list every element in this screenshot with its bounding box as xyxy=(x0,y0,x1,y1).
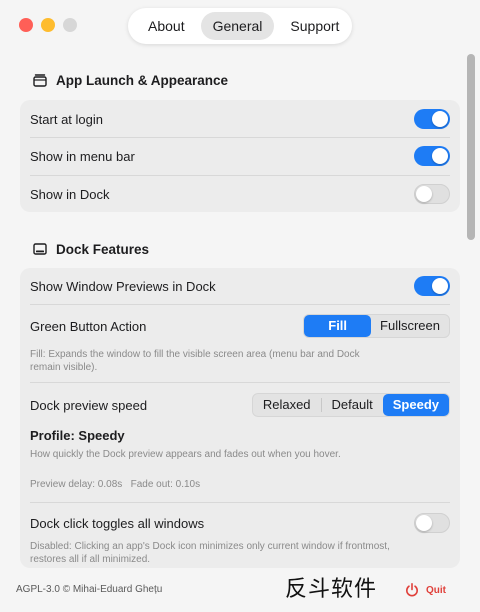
click-toggles-description: Disabled: Clicking an app's Dock icon mi… xyxy=(30,541,390,565)
watermark-text: 反斗软件 xyxy=(285,577,378,602)
start-at-login-row: Start at login xyxy=(30,108,450,130)
quit-label: Quit xyxy=(426,584,446,596)
segment-speedy[interactable]: Speedy xyxy=(382,394,449,416)
section-title-label: App Launch & Appearance xyxy=(56,72,229,88)
close-window-button[interactable] xyxy=(19,18,33,32)
profile-heading: Profile: Speedy xyxy=(30,428,125,443)
preview-speed-row: Dock preview speed Relaxed Default Speed… xyxy=(30,392,450,418)
show-in-menu-bar-label: Show in menu bar xyxy=(30,148,135,164)
show-previews-toggle[interactable] xyxy=(414,276,450,296)
start-at-login-label: Start at login xyxy=(30,111,103,127)
section-title-launch: App Launch & Appearance xyxy=(32,72,228,88)
click-toggles-label: Dock click toggles all windows xyxy=(30,515,205,531)
zoom-window-button[interactable] xyxy=(63,18,77,32)
preview-speed-segmented-control: Relaxed Default Speedy xyxy=(251,393,450,417)
preview-speed-label: Dock preview speed xyxy=(30,397,148,413)
green-button-row: Green Button Action Fill Fullscreen xyxy=(30,313,450,339)
segment-default[interactable]: Default xyxy=(322,394,383,416)
segment-relaxed[interactable]: Relaxed xyxy=(253,394,321,416)
segment-fill[interactable]: Fill xyxy=(304,315,372,337)
divider xyxy=(30,137,450,138)
green-button-segmented-control: Fill Fullscreen xyxy=(303,314,450,338)
window-stack-icon xyxy=(33,74,47,87)
show-previews-label: Show Window Previews in Dock xyxy=(30,278,216,294)
license-text: AGPL-3.0 © Mihai-Eduard Ghețu xyxy=(16,584,163,595)
section-title-label: Dock Features xyxy=(56,241,150,257)
tab-about[interactable]: About xyxy=(136,12,197,40)
divider xyxy=(30,382,450,383)
divider xyxy=(30,304,450,305)
scrollbar[interactable] xyxy=(466,54,476,574)
launch-settings-card: Start at login Show in menu bar Show in … xyxy=(20,100,460,212)
click-toggles-toggle[interactable] xyxy=(414,513,450,533)
start-at-login-toggle[interactable] xyxy=(414,109,450,129)
show-previews-row: Show Window Previews in Dock xyxy=(30,275,450,297)
tab-bar: About General Support xyxy=(128,8,352,44)
green-button-description: Fill: Expands the window to fill the vis… xyxy=(30,349,360,373)
show-in-dock-toggle[interactable] xyxy=(414,184,450,204)
power-icon xyxy=(406,582,418,597)
quit-button[interactable]: Quit xyxy=(404,582,446,598)
minimize-window-button[interactable] xyxy=(41,18,55,32)
scrollbar-thumb[interactable] xyxy=(467,54,475,240)
divider xyxy=(30,502,450,503)
tab-general[interactable]: General xyxy=(200,12,275,40)
section-title-dock: Dock Features xyxy=(32,241,149,257)
show-in-menu-bar-row: Show in menu bar xyxy=(30,145,450,167)
divider xyxy=(30,175,450,176)
show-in-dock-row: Show in Dock xyxy=(30,183,450,205)
green-button-label: Green Button Action xyxy=(30,318,147,334)
window-controls xyxy=(19,18,77,32)
preview-timing: Preview delay: 0.08s Fade out: 0.10s xyxy=(30,479,201,490)
preview-speed-description: How quickly the Dock preview appears and… xyxy=(30,449,341,460)
tab-support[interactable]: Support xyxy=(278,12,351,40)
show-in-menu-bar-toggle[interactable] xyxy=(414,146,450,166)
dock-settings-card: Show Window Previews in Dock Green Butto… xyxy=(20,268,460,568)
click-toggles-row: Dock click toggles all windows xyxy=(30,512,450,534)
dock-icon xyxy=(33,243,47,255)
show-in-dock-label: Show in Dock xyxy=(30,186,110,202)
segment-fullscreen[interactable]: Fullscreen xyxy=(371,315,449,337)
